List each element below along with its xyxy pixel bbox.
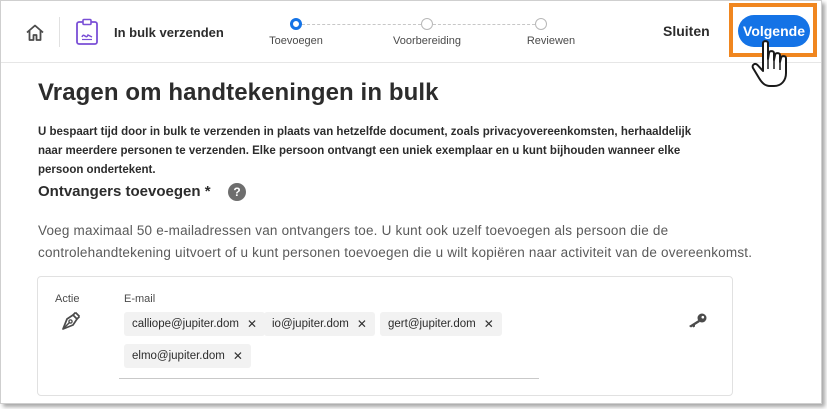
remove-chip-icon[interactable]: ✕ (484, 317, 494, 331)
key-icon[interactable] (686, 312, 708, 328)
step-label-toevoegen: Toevoegen (269, 35, 323, 47)
email-chip-text: calliope@jupiter.dom (132, 318, 239, 330)
email-input-underline[interactable] (119, 378, 539, 379)
header-divider (59, 17, 60, 47)
email-chip: io@jupiter.dom ✕ (264, 312, 375, 336)
step-label-voorbereiding: Voorbereiding (393, 35, 461, 47)
close-button[interactable]: Sluiten (663, 23, 710, 39)
step-dot-voorbereiding[interactable] (421, 18, 433, 30)
recipient-card: Actie E-mail calliope@jupiter.dom ✕ io@j… (37, 276, 733, 396)
header-title: In bulk verzenden (114, 25, 224, 40)
section-title: Ontvangers toevoegen * (38, 183, 211, 200)
step-label-reviewen: Reviewen (526, 35, 576, 47)
email-chip-text: elmo@jupiter.dom (132, 350, 225, 362)
hand-cursor-icon (751, 40, 787, 87)
intro-line: persoon ondertekent. (38, 164, 156, 176)
desc-line: controlehandtekening uitvoert of u kunt … (38, 245, 753, 260)
page-title: Vragen om handtekeningen in bulk (38, 79, 439, 106)
recipients-description: Voeg maximaal 50 e-mailadressen van ontv… (38, 220, 788, 264)
step-dot-reviewen[interactable] (535, 18, 547, 30)
email-chip: elmo@jupiter.dom ✕ (124, 344, 251, 368)
pen-icon[interactable] (59, 309, 83, 333)
header-bar: In bulk verzenden Toevoegen Voorbereidin… (1, 1, 821, 87)
remove-chip-icon[interactable]: ✕ (233, 349, 243, 363)
intro-line: U bespaart tijd door in bulk te verzende… (38, 126, 692, 138)
email-chip: calliope@jupiter.dom ✕ (124, 312, 265, 336)
email-label: E-mail (124, 293, 156, 305)
step-connector (433, 24, 535, 25)
progress-stepper: Toevoegen Voorbereiding Reviewen (269, 17, 591, 53)
action-label: Actie (55, 293, 80, 305)
step-dot-toevoegen[interactable] (290, 18, 302, 30)
desc-line: Voeg maximaal 50 e-mailadressen van ontv… (38, 223, 669, 238)
step-connector (302, 24, 421, 25)
email-chip-text: io@jupiter.dom (272, 318, 349, 330)
email-chip: gert@jupiter.dom ✕ (380, 312, 502, 336)
document-icon (76, 18, 98, 45)
help-icon[interactable]: ? (228, 183, 246, 201)
home-icon (26, 24, 44, 41)
email-chip-text: gert@jupiter.dom (388, 318, 476, 330)
intro-line: naar meerdere personen te verzenden. Elk… (38, 145, 681, 157)
intro-text: U bespaart tijd door in bulk te verzende… (38, 123, 738, 180)
home-button[interactable] (21, 19, 49, 47)
remove-chip-icon[interactable]: ✕ (357, 317, 367, 331)
bulk-send-window: In bulk verzenden Toevoegen Voorbereidin… (0, 0, 822, 404)
remove-chip-icon[interactable]: ✕ (247, 317, 257, 331)
